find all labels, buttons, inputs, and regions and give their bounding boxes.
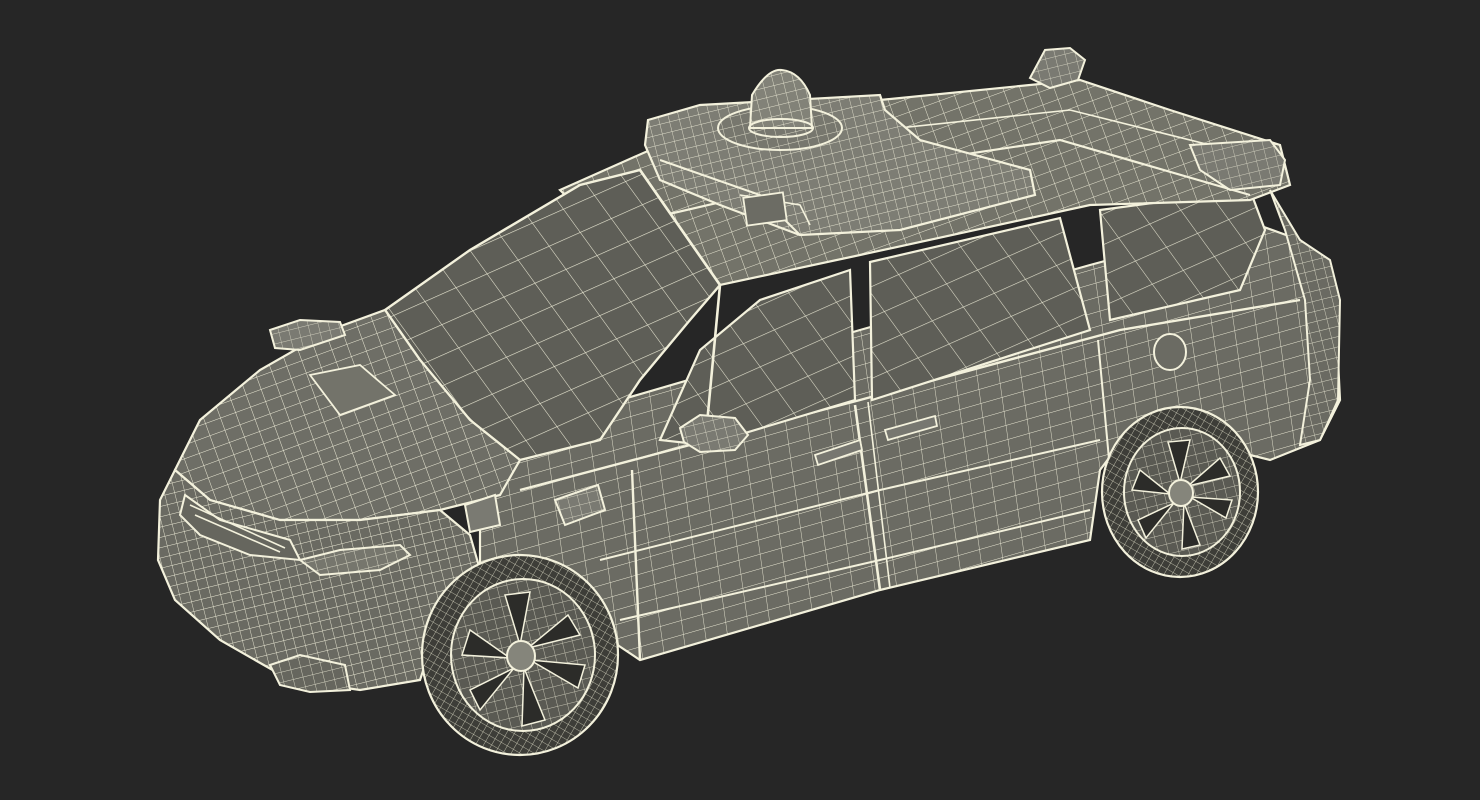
side-mirror (678, 413, 750, 454)
minivan-wireframe-render (156, 46, 1342, 757)
fuel-door (1153, 333, 1187, 371)
front-wheel (420, 553, 620, 757)
rear-wheel (1100, 405, 1260, 579)
render-viewport (0, 0, 1480, 800)
